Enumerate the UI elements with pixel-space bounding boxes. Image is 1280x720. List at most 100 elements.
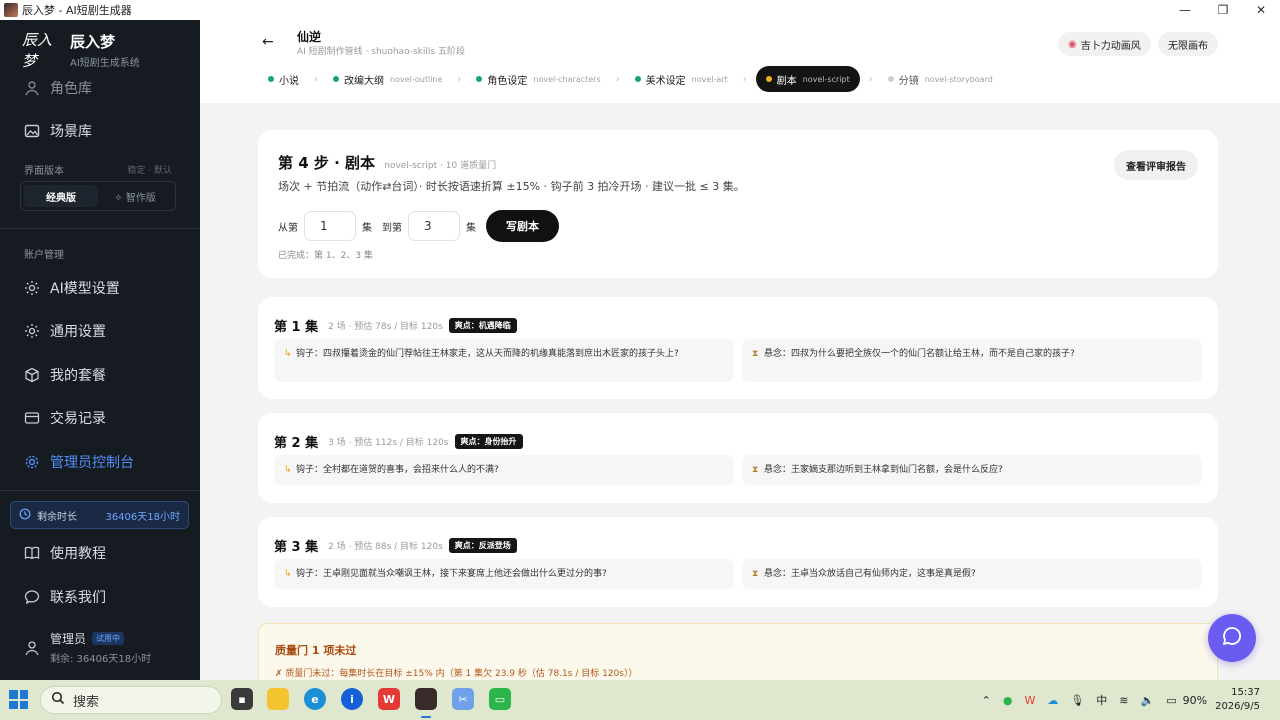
app-window-icon[interactable] [415,688,437,710]
hook-box: ↳ 钩子：四叔攥着烫金的仙门荐帖往王林家走，这从天而降的机缘真能落到庶出木匠家的孩… [274,339,734,382]
sidebar-item-label: 场景库 [50,124,92,140]
hook-box: ↳ 钩子：王卓刚见面就当众嘲讽王林，接下来宴席上他还会做出什么更过分的事? [274,559,734,589]
sidebar-item-label: 交易记录 [50,411,106,427]
task-view-icon[interactable]: ▪ [231,688,253,710]
minimize-button[interactable]: — [1166,0,1204,20]
sidebar-item-label: 我的套餐 [50,368,106,384]
divider [0,228,200,229]
quality-gate-title: 质量门 1 项未过 [275,644,357,657]
app-icon[interactable]: i [341,688,363,710]
project-subtitle: AI 短剧制作管线 · shuohao-skills 五阶段 [297,47,465,57]
highlight-badge: 爽点：机遇降临 [448,318,517,333]
user-profile[interactable]: 管理员 试用中 剩余: 36406天18小时 [24,630,151,665]
suspense-box: ⧗ 悬念：四叔为什么要把全族仅一个的仙门名额让给王林，而不是自己家的孩子? [742,339,1202,382]
snipping-tool-icon[interactable]: ✂ [452,688,474,710]
step-novel[interactable]: 小说 [262,66,305,92]
canvas-pill-button[interactable]: 无限画布 [1158,32,1218,56]
episode-card: 第 2 集 3 场 · 预估 112s / 目标 120s 爽点：身份抬升 ↳ 钩… [258,413,1218,503]
system-tray: ⌃ ● W ☁ 🎙 中 ≋ 🔈 ▭ 90% 15:37 2026/9/5 [976,680,1280,720]
episode-meta: 2 场 · 预估 78s / 目标 120s [328,322,443,332]
hook-text: 钩子：四叔攥着烫金的仙门荐帖往王林家走，这从天而降的机缘真能落到庶出木匠家的孩子… [296,349,679,359]
step-code: novel-script [802,74,850,84]
microphone-icon[interactable]: 🎙 [1070,694,1084,707]
sidebar-item-general-settings[interactable]: 通用设置 [0,311,200,351]
edge-browser-icon[interactable]: e [304,688,326,710]
sidebar-item-my-plan[interactable]: 我的套餐 [0,355,200,395]
user-icon [24,80,40,96]
completed-status: 已完成：第 1、2、3 集 [278,251,373,261]
windows-start-button[interactable] [9,690,28,709]
episode-title: 第 2 集 [274,436,319,451]
volume-icon[interactable]: 🔈 [1141,694,1155,707]
view-review-report-button[interactable]: 查看评审报告 [1114,150,1198,180]
ime-indicator[interactable]: 中 [1096,692,1107,708]
to-episode-input[interactable]: 3 [408,211,460,241]
done-dot [268,76,274,82]
style-pill-button[interactable]: ◉ 吉卜力动画风 [1058,32,1151,56]
version-classic-button[interactable]: 经典版 [24,185,98,207]
file-explorer-icon[interactable] [267,688,289,710]
step-characters[interactable]: 角色设定 novel-characters [470,66,606,92]
script-step-card: 第 4 步 · 剧本 novel-script · 10 道质量门 场次 + 节… [258,130,1218,278]
window-titlebar: 辰入梦 - AI短剧生成器 — ❐ ✕ [0,0,1280,20]
clock[interactable]: 15:37 2026/9/5 [1215,686,1260,714]
episode-header: 第 3 集 2 场 · 预估 88s / 目标 120s 爽点：反派登场 [274,536,517,555]
sidebar-item-tutorial[interactable]: 使用教程 [0,533,200,573]
battery-icon[interactable]: ▭ [1166,694,1176,707]
pipeline-steps: 小说 › 改编大纲 novel-outline › 角色设定 novel-cha… [262,66,999,92]
close-button[interactable]: ✕ [1242,0,1280,20]
hook-icon: ↳ [284,569,292,579]
episode-card: 第 3 集 2 场 · 预估 88s / 目标 120s 爽点：反派登场 ↳ 钩子… [258,517,1218,607]
sidebar: 角色库 辰入梦 辰入梦 AI短剧生成系统 场景库 界面版本 稳定 · 默认 经典… [0,20,200,680]
step-script[interactable]: 剧本 novel-script [755,66,860,92]
episode-meta: 2 场 · 预估 88s / 目标 120s [328,542,443,552]
taskbar-search[interactable]: 搜索 [40,686,222,714]
back-button[interactable]: ← [262,34,274,50]
step-code: novel-outline [390,74,443,84]
gear-icon [24,454,40,470]
wechat-icon[interactable]: ● [1003,694,1013,707]
canvas-pill-label: 无限画布 [1168,40,1208,52]
sidebar-item-transactions[interactable]: 交易记录 [0,398,200,438]
done-dot [634,76,641,82]
step-storyboard[interactable]: 分镜 novel-storyboard [882,66,999,92]
episode-header: 第 1 集 2 场 · 预估 78s / 目标 120s 爽点：机遇降临 [274,316,517,335]
wifi-icon[interactable]: ≋ [1119,694,1128,707]
project-header: ← 仙逆 AI 短剧制作管线 · shuohao-skills 五阶段 ◉ 吉卜… [200,20,1280,103]
chat-fab-button[interactable] [1208,614,1256,662]
sidebar-item-scenes[interactable]: 场景库 [0,111,200,151]
write-script-button[interactable]: 写剧本 [486,210,559,242]
wps-tray-icon[interactable]: W [1024,694,1035,707]
image-icon [24,123,40,139]
suspense-box: ⧗ 悬念：王家嫡支那边听到王林拿到仙门名额，会是什么反应? [742,455,1202,485]
divider [0,490,200,491]
sidebar-item-admin-console[interactable]: 管理员控制台 [0,442,200,482]
active-dot [765,76,772,82]
main-content: ← 仙逆 AI 短剧制作管线 · shuohao-skills 五阶段 ◉ 吉卜… [200,20,1280,680]
sidebar-item-contact[interactable]: 联系我们 [0,577,200,617]
suspense-text: 悬念：四叔为什么要把全族仅一个的仙门名额让给王林，而不是自己家的孩子? [764,349,1075,359]
cloud-icon[interactable]: ☁ [1047,694,1058,707]
hook-text: 钩子：王卓刚见面就当众嘲讽王林，接下来宴席上他还会做出什么更过分的事? [296,569,607,579]
restore-button[interactable]: ❐ [1204,0,1242,20]
step-code: novel-characters [533,74,601,84]
active-app-indicator [421,716,431,718]
done-dot [476,76,483,82]
chevron-up-icon[interactable]: ⌃ [982,694,991,707]
sidebar-item-ai-model[interactable]: AI模型设置 [0,268,200,308]
version-smart-button[interactable]: ✧ 智作版 [98,185,172,207]
window-title: 辰入梦 - AI短剧生成器 [22,4,132,17]
chat-app-icon[interactable]: ▭ [489,688,511,710]
sidebar-item-label: 管理员控制台 [50,455,134,471]
package-icon [24,367,40,383]
user-remaining: 剩余: 36406天18小时 [50,654,152,665]
brand-logo: 辰入梦 [22,31,53,70]
wps-icon[interactable]: W [378,688,400,710]
trial-badge: 试用中 [92,632,125,645]
from-episode-input[interactable]: 1 [304,211,356,241]
remaining-value: 36406天18小时 [105,511,180,523]
taskbar: 搜索 ▪ e i W ✂ ▭ ⌃ ● W ☁ 🎙 中 ≋ 🔈 ▭ 90% 15:… [0,680,1280,720]
step-outline[interactable]: 改编大纲 novel-outline [327,66,448,92]
step-art[interactable]: 美术设定 novel-art [629,66,734,92]
hook-text: 钩子：全村都在道贺的喜事，会招来什么人的不满? [296,465,499,475]
